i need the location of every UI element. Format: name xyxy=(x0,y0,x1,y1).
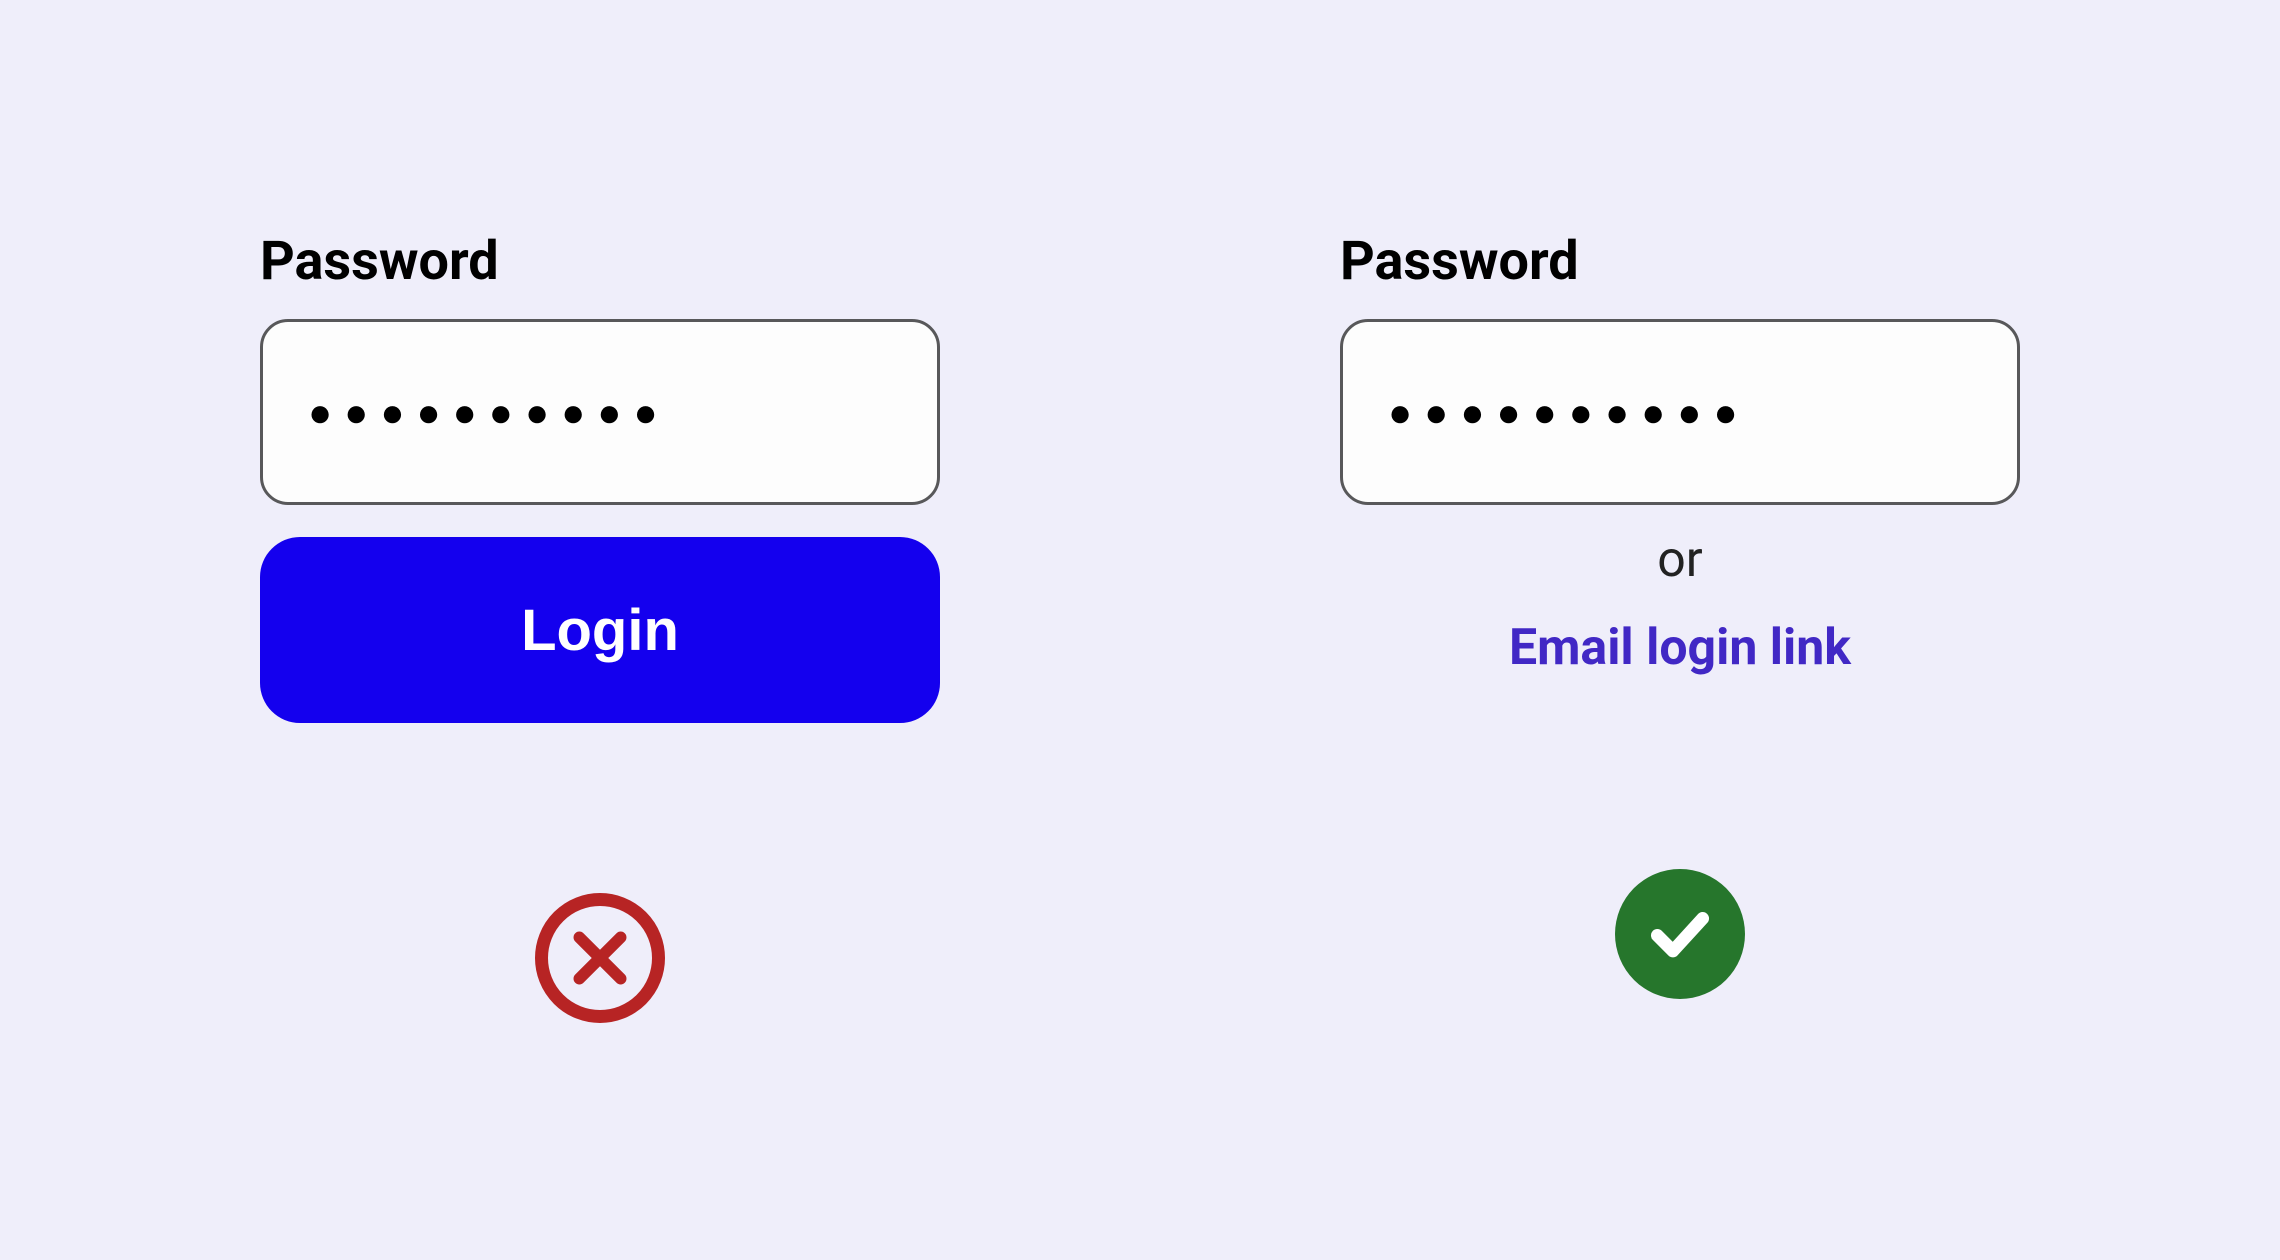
or-separator: or xyxy=(1340,531,2020,589)
correct-example-panel: Password ●●●●●●●●●● or Email login link xyxy=(1340,230,2020,1023)
password-label: Password xyxy=(260,230,940,293)
check-circle-icon xyxy=(1615,869,1745,999)
login-button[interactable]: Login xyxy=(260,537,940,723)
incorrect-indicator xyxy=(260,893,940,1023)
password-input[interactable]: ●●●●●●●●●● xyxy=(260,319,940,505)
correct-indicator xyxy=(1340,869,2020,999)
password-label: Password xyxy=(1340,230,2020,293)
x-circle-icon xyxy=(535,893,665,1023)
incorrect-example-panel: Password ●●●●●●●●●● Login xyxy=(260,230,940,1023)
email-login-link[interactable]: Email login link xyxy=(1340,619,2020,677)
password-input[interactable]: ●●●●●●●●●● xyxy=(1340,319,2020,505)
